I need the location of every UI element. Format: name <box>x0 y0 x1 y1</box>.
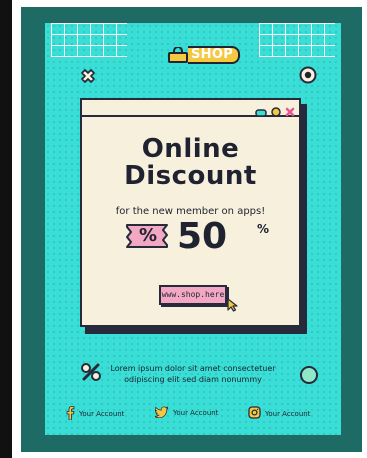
twitter-icon <box>154 406 169 420</box>
logo-text: SHOP <box>188 46 241 64</box>
body-text: Lorem ipsum dolor sit amet consectetuer … <box>110 364 276 384</box>
facebook-icon <box>65 405 75 422</box>
social-link-facebook[interactable]: Your Account <box>65 405 125 422</box>
cursor-icon <box>227 297 239 316</box>
social-link-twitter[interactable]: Your Account <box>154 406 219 420</box>
left-edge-bar <box>0 0 12 458</box>
maximize-icon[interactable] <box>271 102 281 121</box>
social-label: Your Account <box>79 410 125 418</box>
shopping-bag-icon <box>168 46 188 63</box>
url-button[interactable]: www.shop.here <box>159 285 227 305</box>
poster: SHOP Online Discount for the new member … <box>45 23 341 435</box>
close-icon[interactable] <box>285 102 295 121</box>
target-ring-icon <box>299 66 317 88</box>
grid-decoration-right <box>259 23 335 57</box>
percent-icon <box>80 362 102 386</box>
x-shape-icon <box>79 67 97 89</box>
window-body: Online Discount for the new member on ap… <box>80 98 301 327</box>
shop-logo: SHOP <box>168 46 241 64</box>
discount-value: 50 <box>177 216 228 257</box>
grid-decoration-left <box>51 23 127 57</box>
circle-icon <box>299 365 319 389</box>
minimize-icon[interactable] <box>255 102 267 121</box>
instagram-icon <box>248 406 261 421</box>
social-label: Your Account <box>265 409 311 418</box>
headline-line-1: Online <box>141 134 240 164</box>
discount-suffix: % <box>257 222 270 236</box>
ticket-symbol: % <box>138 225 158 246</box>
social-links: Your Account Your Account Your Account <box>45 405 341 426</box>
discount-window: Online Discount for the new member on ap… <box>80 98 307 334</box>
social-link-instagram[interactable]: Your Account <box>248 406 310 421</box>
social-label: Your Account <box>173 409 219 417</box>
window-titlebar <box>82 100 299 117</box>
headline-line-2: Discount <box>124 161 257 191</box>
